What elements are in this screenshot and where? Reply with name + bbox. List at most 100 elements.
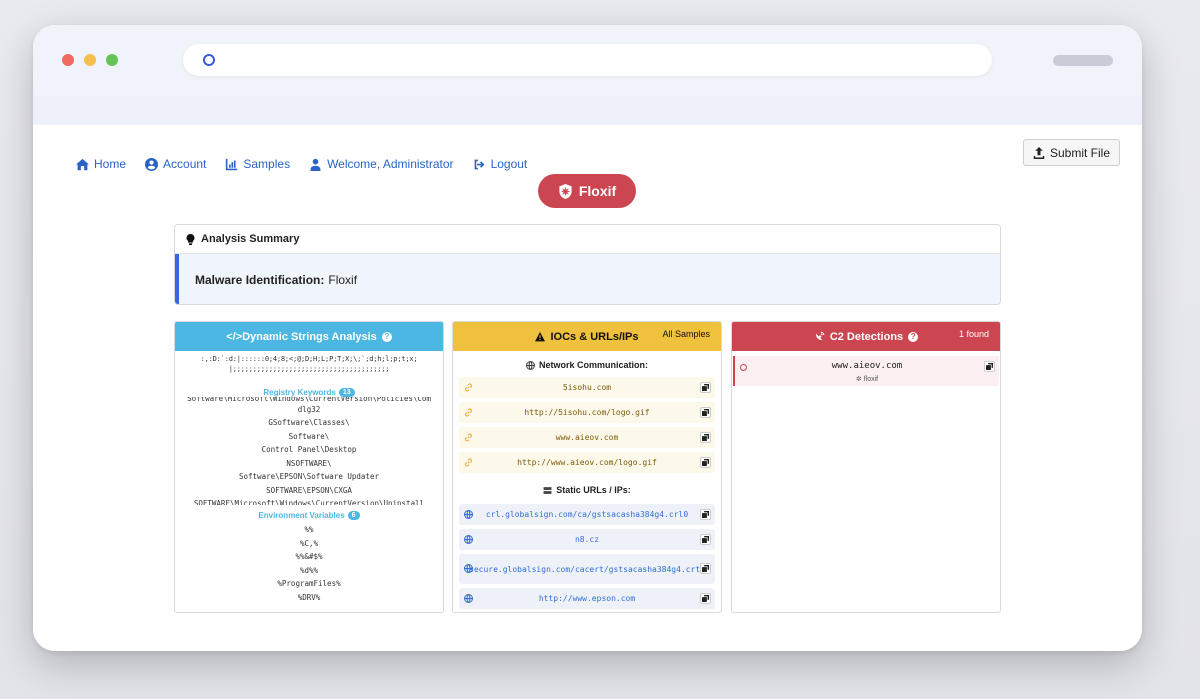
nav-logout[interactable]: Logout (473, 157, 528, 171)
address-bar[interactable] (183, 44, 992, 76)
upload-icon (1033, 146, 1045, 159)
nav-samples-label: Samples (243, 157, 291, 171)
home-icon (76, 158, 89, 170)
chart-icon (226, 158, 238, 170)
copy-button[interactable] (984, 361, 995, 372)
dynamic-strings-card: </>Dynamic Strings Analysis ? :,:D:`:d:|… (174, 321, 444, 613)
shield-virus-icon (559, 183, 572, 199)
network-ioc-value: 5isohu.com (562, 383, 612, 392)
c2-detections-count: 1 found (958, 329, 989, 339)
nav-samples[interactable]: Samples (225, 157, 290, 171)
copy-icon (702, 434, 709, 441)
static-url-row: secure.globalsign.com/cacert/gstsacasha3… (459, 554, 715, 584)
nav-home[interactable]: Home (76, 157, 126, 171)
link-icon (464, 408, 473, 417)
registry-keywords-list[interactable]: Software\Microsoft\Windows\CurrentVersio… (175, 397, 443, 505)
c2-detections-header: C2 Detections ? 1 found (732, 322, 1000, 351)
c2-detections-card: C2 Detections ? 1 found www.aieov.com ✲ … (731, 321, 1001, 613)
user-circle-icon (145, 157, 159, 171)
analysis-summary-title: Analysis Summary (201, 233, 300, 245)
list-item: SOFTWARE\EPSON\CXGA (266, 485, 352, 495)
raw-strings-block: :,:D:`:d:|::::::0;4;8;<;@;D;H;L;P;T;X;\;… (175, 351, 443, 374)
environment-variables-list[interactable]: %% %C,% %%&#$% %d%% %ProgramFiles% %DRV% (175, 523, 443, 604)
copy-button[interactable] (700, 432, 711, 443)
c2-detections-title: C2 Detections (829, 330, 904, 343)
nav-home-label: Home (94, 157, 127, 171)
list-item: %C,% (299, 538, 319, 548)
list-item: Control Panel\Desktop (261, 445, 357, 454)
iocs-card: IOCs & URLs/IPs All Samples Network Comm… (452, 321, 722, 613)
help-icon[interactable]: ? (381, 331, 392, 342)
sign-out-icon (474, 159, 484, 169)
copy-button[interactable] (700, 534, 711, 545)
warning-icon (535, 331, 546, 341)
globe-icon (525, 360, 535, 370)
browser-menu-pill[interactable] (1053, 55, 1113, 66)
browser-window: Home Account Samples Welcome, Administra… (33, 25, 1142, 651)
copy-icon (702, 536, 709, 543)
list-item: GSoftware\Classes\ (268, 418, 350, 427)
static-urls-title: Static URLs / IPs: (556, 485, 631, 495)
list-item: Software\ (288, 431, 330, 441)
copy-button[interactable] (700, 457, 711, 468)
copy-button[interactable] (700, 509, 711, 520)
virus-icon: ✲ (855, 376, 862, 383)
list-item: %DRV% (297, 592, 321, 602)
copy-button[interactable] (700, 563, 711, 574)
dynamic-strings-header: </>Dynamic Strings Analysis ? (175, 322, 443, 351)
copy-button[interactable] (700, 382, 711, 393)
static-url-value: crl.globalsign.com/ca/gstsacasha384g4.cr… (485, 510, 689, 519)
browser-chrome (33, 25, 1142, 125)
iocs-scope-note: All Samples (662, 329, 710, 339)
malware-identification-value: Floxif (328, 272, 358, 287)
copy-button[interactable] (700, 407, 711, 418)
copy-button[interactable] (700, 593, 711, 604)
network-ioc-row: http://www.aieov.com/logo.gif (459, 452, 715, 473)
static-url-value: secure.globalsign.com/cacert/gstsacasha3… (469, 564, 706, 574)
maximize-window-button[interactable] (106, 54, 118, 66)
minimize-window-button[interactable] (84, 54, 96, 66)
environment-variables-title: Environment Variables (258, 511, 345, 520)
nav-welcome[interactable]: Welcome, Administrator (309, 157, 454, 171)
network-ioc-value: http://5isohu.com/logo.gif (524, 408, 650, 417)
network-ioc-value: http://www.aieov.com/logo.gif (517, 458, 657, 467)
copy-icon (702, 595, 709, 602)
list-item: %%&#$% (295, 552, 323, 561)
network-communication-title: Network Communication: (538, 360, 648, 370)
list-item: Software\EPSON\Software Updater (239, 472, 379, 481)
static-url-row: http://www.epson.com (459, 588, 715, 609)
nav-logout-label: Logout (490, 157, 528, 171)
copy-icon (702, 459, 709, 466)
network-ioc-value: www.aieov.com (555, 433, 619, 442)
environment-variables-count: 6 (347, 511, 360, 520)
submit-file-button[interactable]: Submit File (1022, 139, 1120, 166)
list-item: %% (304, 525, 314, 534)
raw-string-line: :,:D:`:d:|::::::0;4;8;<;@;D;H;L;P;T;X;\;… (200, 355, 418, 363)
nav-welcome-label: Welcome, Administrator (327, 157, 454, 171)
dynamic-strings-title: </>Dynamic Strings Analysis (226, 330, 377, 343)
iocs-title: IOCs & URLs/IPs (550, 330, 639, 343)
malware-family-badge: Floxif (538, 174, 636, 208)
c2-family-label: floxif (863, 376, 879, 383)
list-item: %d%% (299, 565, 319, 575)
analysis-summary-panel: Analysis Summary Malware Identification:… (174, 224, 1001, 305)
static-url-row: n8.cz (459, 529, 715, 550)
registry-keywords-heading: Registry Keywords 13 (175, 388, 443, 397)
copy-icon (986, 363, 993, 370)
submit-file-label: Submit File (1049, 145, 1110, 160)
close-window-button[interactable] (62, 54, 74, 66)
static-url-value: n8.cz (574, 535, 600, 544)
malware-family-label: Floxif (578, 183, 617, 199)
registry-keywords-count: 13 (338, 388, 355, 397)
list-item: NSOFTWARE\ (286, 458, 332, 468)
network-ioc-row: 5isohu.com (459, 377, 715, 398)
iocs-scroll-area[interactable]: Network Communication: 5isohu.com http:/… (453, 351, 721, 612)
copy-icon (702, 511, 709, 518)
registry-keywords-title: Registry Keywords (263, 388, 336, 397)
nav-account-label: Account (163, 157, 207, 171)
help-icon[interactable]: ? (908, 331, 919, 342)
globe-icon (464, 564, 473, 573)
link-icon (464, 383, 473, 392)
page-content: Home Account Samples Welcome, Administra… (33, 125, 1142, 651)
nav-account[interactable]: Account (145, 157, 206, 171)
